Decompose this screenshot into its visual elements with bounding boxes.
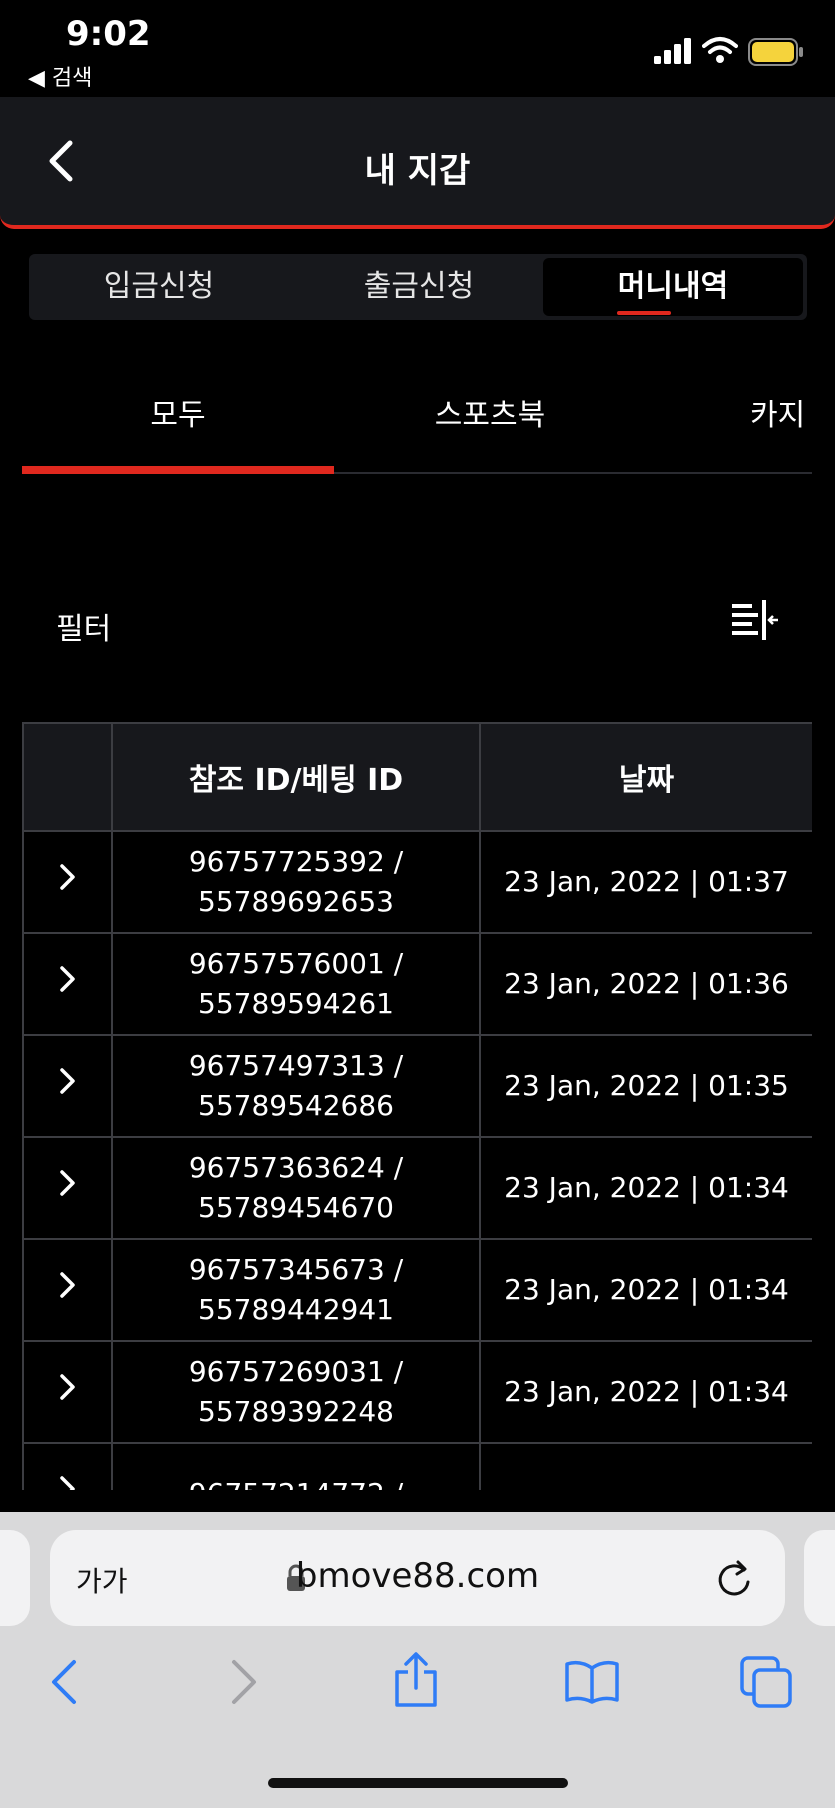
app-header: 내 지갑 bbox=[0, 97, 835, 229]
status-time: 9:02 bbox=[66, 14, 151, 54]
date-cell: 23 Jan, 2022 | 01:37 bbox=[479, 830, 812, 934]
home-indicator bbox=[268, 1778, 568, 1788]
cellular-signal-icon bbox=[654, 38, 691, 64]
tab-all[interactable]: 모두 bbox=[22, 390, 334, 434]
row-expand-button[interactable] bbox=[22, 1238, 113, 1342]
ref-id: 96757269031 / bbox=[188, 1355, 404, 1388]
tab-deposit-request[interactable]: 입금신청 bbox=[29, 254, 289, 320]
date-cell: 23 Jan, 2022 | 01:36 bbox=[479, 932, 812, 1036]
ref-id: 96757725392 / bbox=[188, 845, 404, 878]
filter-icon[interactable] bbox=[730, 600, 780, 642]
table-row[interactable]: 96757269031 / 55789392248 23 Jan, 2022 | … bbox=[22, 1340, 812, 1444]
money-history-table: 참조 ID/베팅 ID 날짜 96757725392 / 55789692653 … bbox=[22, 722, 812, 1490]
url-text[interactable]: bmove88.com bbox=[50, 1556, 785, 1596]
browser-back-icon[interactable] bbox=[48, 1658, 80, 1706]
row-expand-button[interactable] bbox=[22, 932, 113, 1036]
browser-forward-icon[interactable] bbox=[228, 1658, 260, 1706]
bet-id: 55789454670 bbox=[198, 1191, 394, 1224]
chevron-right-icon bbox=[59, 864, 75, 890]
date-cell: 23 Jan, 2022 | 01:34 bbox=[479, 1136, 812, 1240]
ref-id: 96757363624 / bbox=[188, 1151, 404, 1184]
bet-id: 55789542686 bbox=[198, 1089, 394, 1122]
ref-id: 96757345673 / bbox=[188, 1253, 404, 1286]
previous-tab-card[interactable] bbox=[0, 1530, 30, 1626]
ref-bet-id-cell: 96757214772 / bbox=[111, 1442, 481, 1490]
status-bar: 9:02 ◀ 검색 bbox=[0, 0, 835, 96]
header-date: 날짜 bbox=[479, 722, 812, 832]
row-expand-button[interactable] bbox=[22, 1442, 113, 1490]
ref-bet-id-cell: 96757497313 / 55789542686 bbox=[111, 1034, 481, 1138]
date-cell: 23 Jan, 2022 | 01:34 bbox=[479, 1238, 812, 1342]
ref-bet-id-cell: 96757725392 / 55789692653 bbox=[111, 830, 481, 934]
browser-toolbar: 가가 bmove88.com bbox=[0, 1512, 835, 1808]
ref-bet-id-cell: 96757363624 / 55789454670 bbox=[111, 1136, 481, 1240]
chevron-right-icon bbox=[59, 1374, 75, 1400]
table-row[interactable]: 96757363624 / 55789454670 23 Jan, 2022 | … bbox=[22, 1136, 812, 1240]
address-bar[interactable]: 가가 bmove88.com bbox=[50, 1530, 785, 1626]
ref-bet-id-cell: 96757576001 / 55789594261 bbox=[111, 932, 481, 1036]
tab-sportsbook[interactable]: 스포츠북 bbox=[334, 390, 646, 434]
chevron-right-icon bbox=[59, 1170, 75, 1196]
chevron-right-icon bbox=[59, 966, 75, 992]
header-expand bbox=[22, 722, 113, 832]
active-category-indicator bbox=[22, 466, 334, 474]
row-expand-button[interactable] bbox=[22, 1340, 113, 1444]
table-header-row: 참조 ID/베팅 ID 날짜 bbox=[22, 722, 812, 832]
tabs-icon[interactable] bbox=[740, 1656, 794, 1708]
date-cell: 23 Jan, 2022 | 01:34 bbox=[479, 1340, 812, 1444]
row-expand-button[interactable] bbox=[22, 1136, 113, 1240]
bet-id: 55789594261 bbox=[198, 987, 394, 1020]
back-to-app-link[interactable]: ◀ 검색 bbox=[28, 60, 92, 92]
reload-icon[interactable] bbox=[714, 1558, 754, 1600]
bet-id: 55789442941 bbox=[198, 1293, 394, 1326]
chevron-right-icon bbox=[59, 1068, 75, 1094]
chevron-right-icon bbox=[59, 1476, 75, 1490]
table-row[interactable]: 96757497313 / 55789542686 23 Jan, 2022 | … bbox=[22, 1034, 812, 1138]
ref-bet-id-cell: 96757345673 / 55789442941 bbox=[111, 1238, 481, 1342]
tab-withdraw-request[interactable]: 출금신청 bbox=[289, 254, 549, 320]
table-row[interactable]: 96757576001 / 55789594261 23 Jan, 2022 | … bbox=[22, 932, 812, 1036]
date-cell: 23 Jan, 2022 | 01:35 bbox=[479, 1034, 812, 1138]
wallet-segment-tabs: 입금신청 출금신청 머니내역 bbox=[29, 254, 807, 320]
chevron-right-icon bbox=[59, 1272, 75, 1298]
bookmarks-icon[interactable] bbox=[564, 1660, 620, 1704]
share-icon[interactable] bbox=[393, 1652, 439, 1708]
table-row[interactable]: 96757214772 / bbox=[22, 1442, 812, 1490]
row-expand-button[interactable] bbox=[22, 830, 113, 934]
header-ref-bet-id: 참조 ID/베팅 ID bbox=[111, 722, 481, 832]
next-tab-card[interactable] bbox=[804, 1530, 835, 1626]
tab-money-history[interactable]: 머니내역 bbox=[543, 258, 803, 316]
bet-id: 55789392248 bbox=[198, 1395, 394, 1428]
ref-id: 96757497313 / bbox=[188, 1049, 404, 1082]
ref-id: 96757576001 / bbox=[188, 947, 404, 980]
wifi-icon bbox=[702, 37, 738, 63]
page-title: 내 지갑 bbox=[364, 151, 471, 191]
table-row[interactable]: 96757345673 / 55789442941 23 Jan, 2022 | … bbox=[22, 1238, 812, 1342]
ref-bet-id-cell: 96757269031 / 55789392248 bbox=[111, 1340, 481, 1444]
ref-id: 96757214772 / bbox=[113, 1474, 479, 1490]
filter-label: 필터 bbox=[56, 612, 112, 647]
table-row[interactable]: 96757725392 / 55789692653 23 Jan, 2022 | … bbox=[22, 830, 812, 934]
row-expand-button[interactable] bbox=[22, 1034, 113, 1138]
battery-icon bbox=[748, 38, 803, 66]
tab-casino[interactable]: 카지 bbox=[750, 390, 835, 434]
active-segment-indicator bbox=[617, 311, 671, 315]
date-cell bbox=[479, 1442, 812, 1490]
bet-id: 55789692653 bbox=[198, 885, 394, 918]
